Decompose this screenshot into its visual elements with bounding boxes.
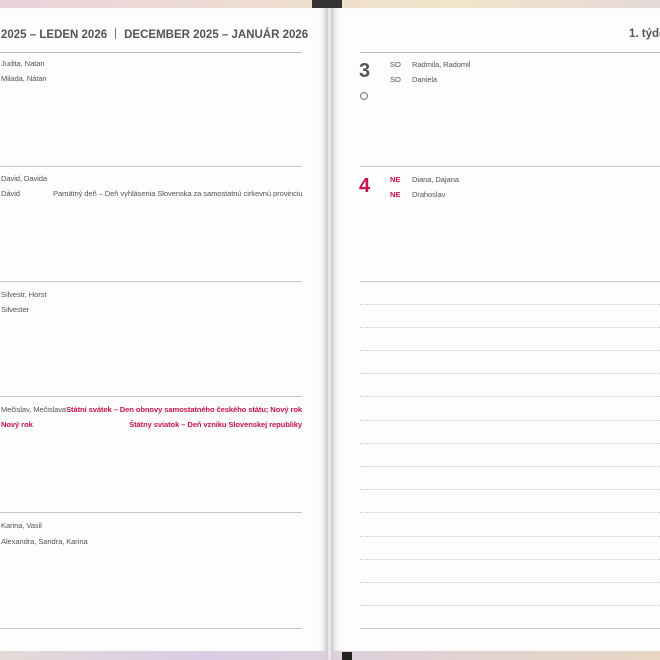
left-page: 2025 – LEDEN 2026 DECEMBER 2025 – JANUÁR …	[0, 8, 326, 651]
day-number-3: 3	[359, 60, 371, 82]
day-4-names-cz: Mečislav, Mečislava	[1, 405, 67, 414]
right-page: 1. týde 3 SO Radmila, Radomil SO Daniela…	[333, 8, 660, 651]
notes-line	[360, 373, 660, 374]
notes-line	[360, 536, 660, 537]
notes-line	[360, 350, 660, 351]
header-czech-month: 2025 – LEDEN 2026	[1, 29, 108, 41]
day-2-names-sk: Dávid	[1, 189, 20, 198]
day-divider	[360, 281, 660, 282]
book-spine	[326, 0, 333, 660]
week-number-header: 1. týde	[629, 28, 660, 40]
day-4-names-cz: Diana, Dajana	[412, 175, 459, 184]
day-divider	[360, 166, 660, 167]
bookmark-ribbon-top	[312, 0, 342, 8]
day-divider	[0, 281, 302, 282]
day-4-abbr-sk: NE	[390, 190, 401, 199]
day-4-holiday-sk: Štátny sviatok – Deň vzniku Slovenskej r…	[129, 420, 302, 429]
notes-line	[360, 605, 660, 606]
day-3-abbr-cz: SO	[390, 60, 401, 69]
day-4-names-sk: Drahoslav	[412, 190, 446, 199]
day-divider	[0, 396, 302, 397]
header-rule	[360, 52, 660, 53]
first-quarter-moon-icon	[360, 92, 368, 100]
day-3-names-cz: Radmila, Radomil	[412, 60, 471, 69]
notes-line	[360, 420, 660, 421]
day-1-names-cz: Judita, Natan	[1, 59, 45, 68]
notes-line	[360, 396, 660, 397]
notes-line	[360, 512, 660, 513]
day-1-names-sk: Milada, Nátan	[1, 74, 47, 83]
notes-bottom-rule	[360, 628, 660, 629]
day-2-names-cz: David, Davida	[1, 174, 47, 183]
day-3-names-cz: Silvestr, Horst	[1, 290, 47, 299]
day-5-names-sk: Alexandra, Sandra, Karina	[1, 537, 88, 546]
day-5-names-cz: Karina, Vasil	[1, 521, 42, 530]
notes-line	[360, 304, 660, 305]
day-2-commemoration: Pamätný deň – Deň vyhlásenia Slovenska z…	[53, 189, 303, 198]
notes-line	[360, 559, 660, 560]
day-4-names-sk: Nový rok	[1, 420, 33, 429]
day-divider	[0, 512, 302, 513]
day-divider	[0, 628, 302, 629]
day-4-holiday-cz: Státní svátek – Den obnovy samostatného …	[66, 405, 302, 414]
notes-line	[360, 466, 660, 467]
notes-line	[360, 443, 660, 444]
left-page-header: 2025 – LEDEN 2026 DECEMBER 2025 – JANUÁR …	[1, 28, 308, 41]
header-slovak-month: DECEMBER 2025 – JANUÁR 2026	[124, 29, 309, 41]
notes-line	[360, 489, 660, 490]
header-rule	[0, 52, 302, 53]
day-3-names-sk: Daniela	[412, 75, 438, 84]
bookmark-ribbon-bottom	[342, 652, 352, 660]
day-3-abbr-sk: SO	[390, 75, 401, 84]
day-4-abbr-cz: NE	[390, 175, 401, 184]
day-divider	[0, 166, 302, 167]
day-3-names-sk: Silvester	[1, 305, 30, 314]
day-number-4: 4	[359, 175, 371, 197]
notes-line	[360, 582, 660, 583]
notes-line	[360, 327, 660, 328]
header-separator	[115, 28, 117, 39]
